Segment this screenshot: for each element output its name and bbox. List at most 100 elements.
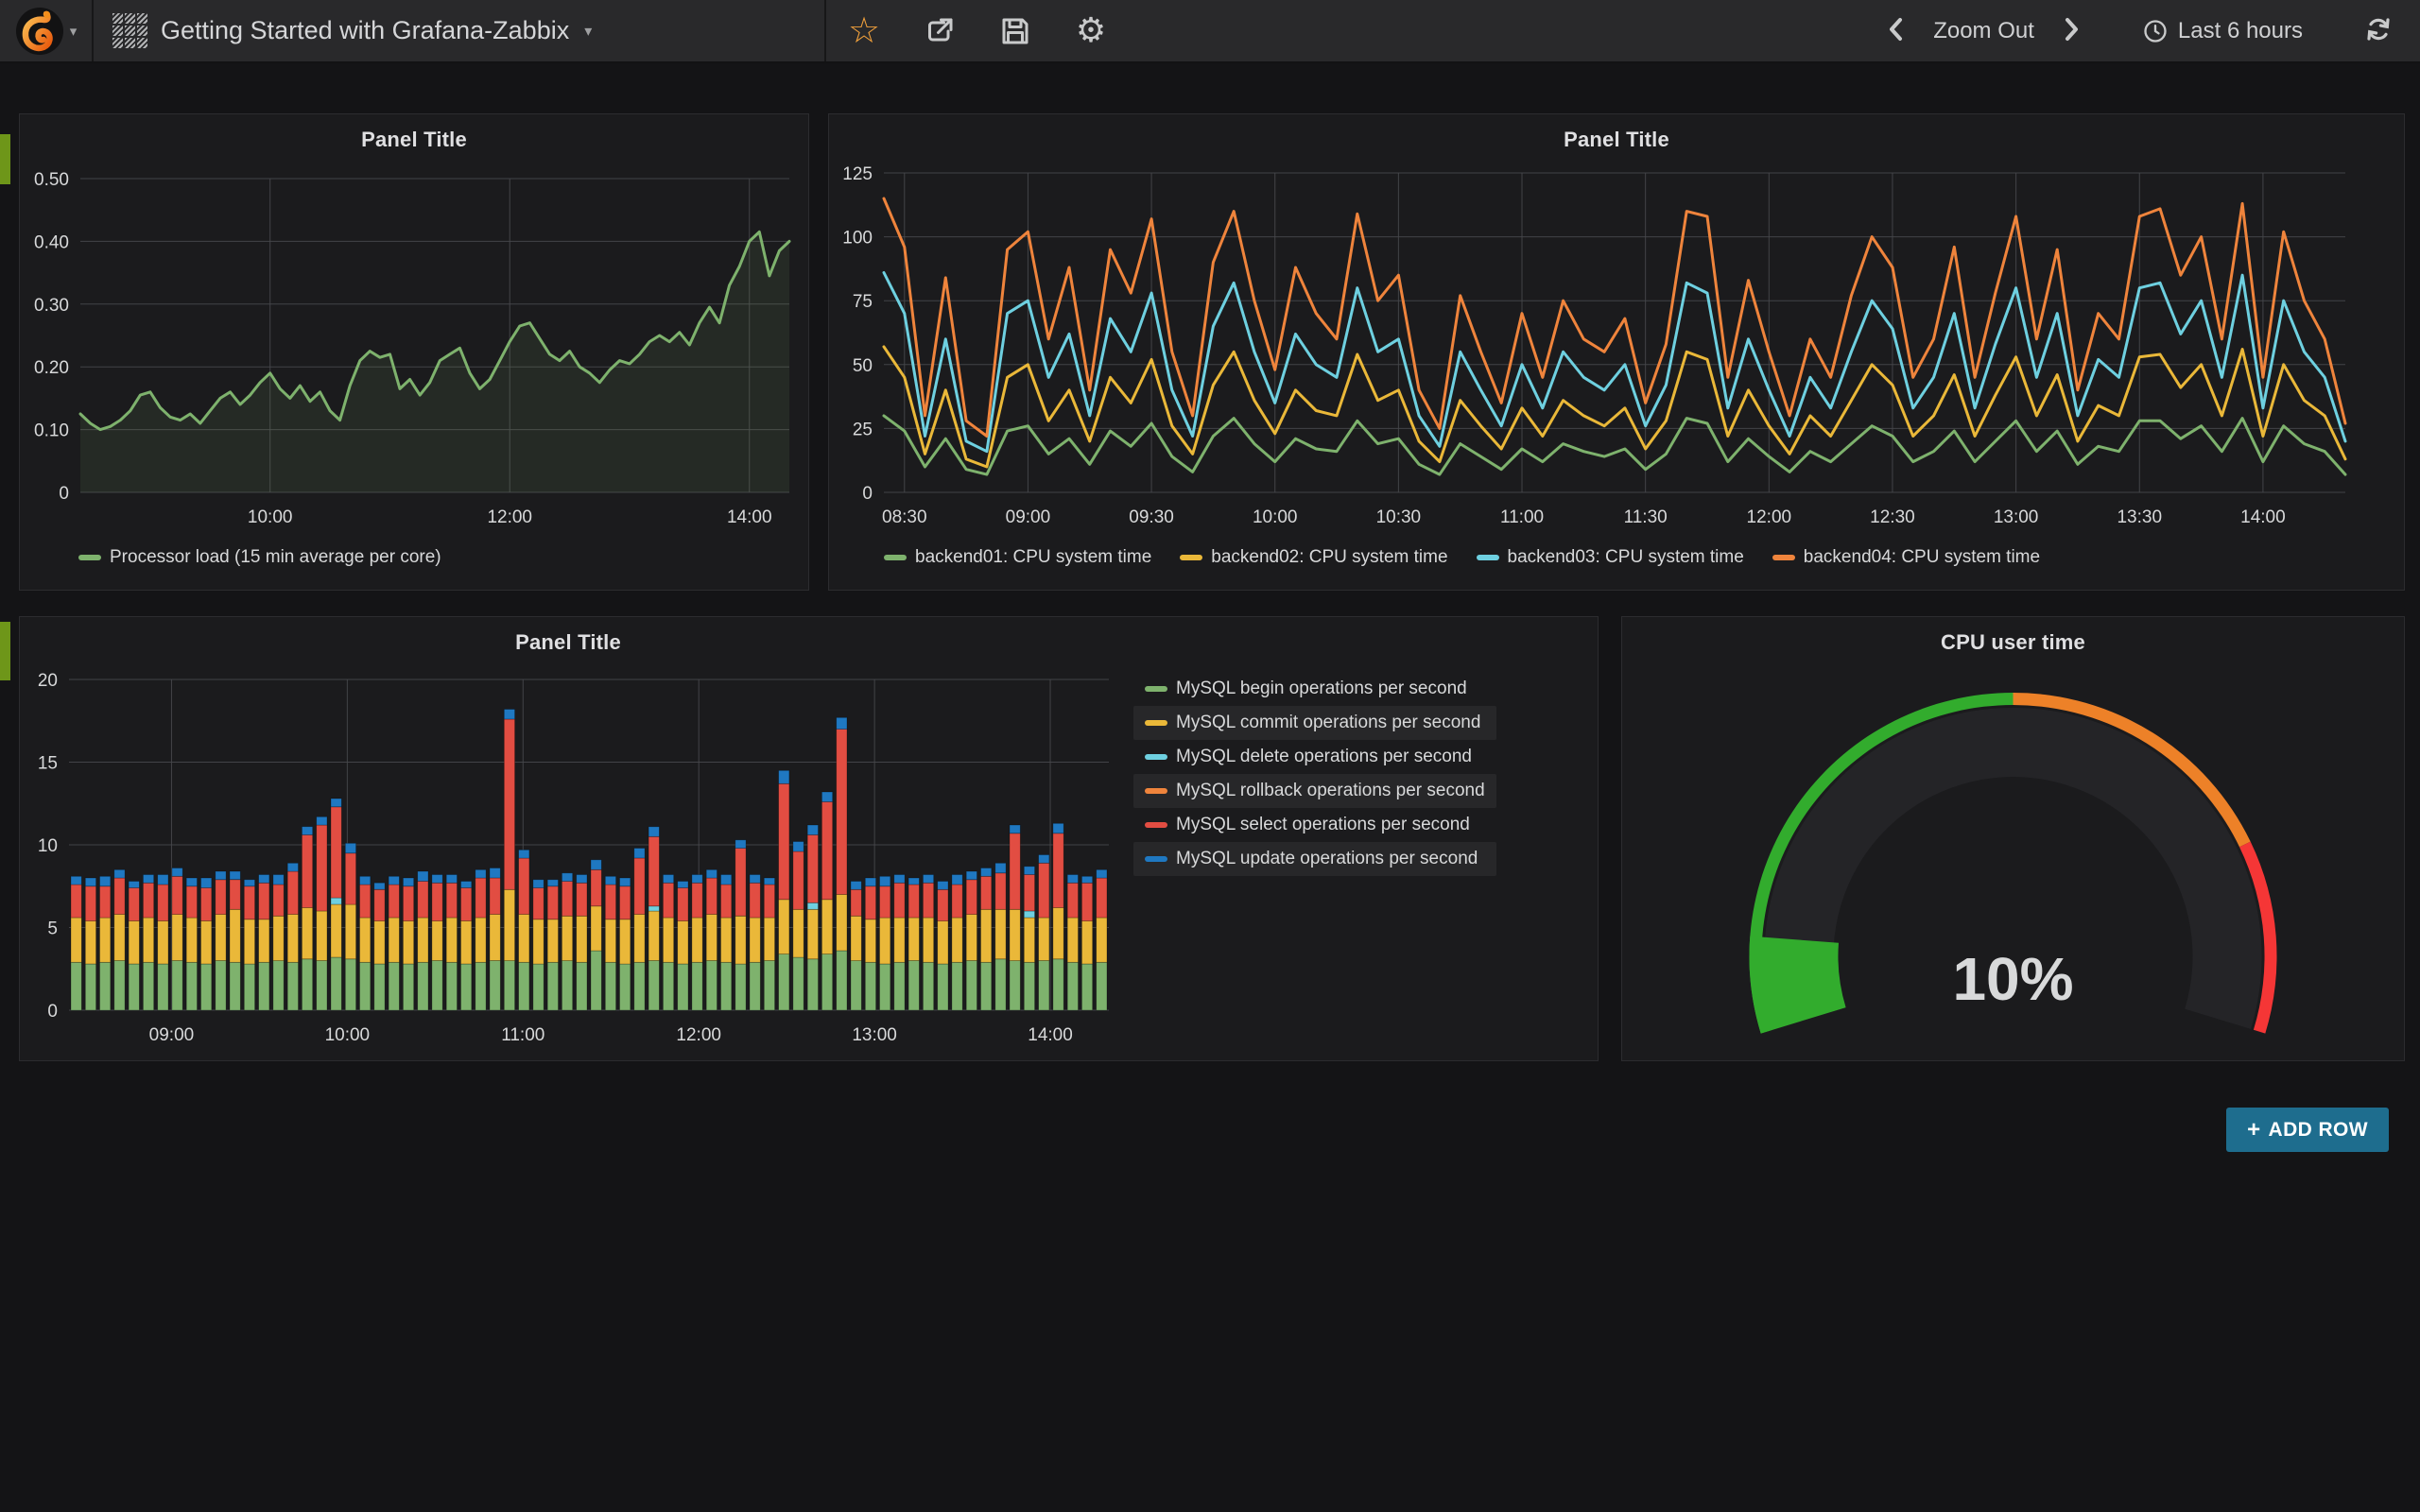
time-range-picker[interactable]: Last 6 hours — [2133, 12, 2312, 50]
svg-text:20: 20 — [38, 671, 58, 691]
legend-item[interactable]: MySQL rollback operations per second — [1133, 774, 1496, 808]
gear-icon: ⚙ — [1076, 14, 1106, 48]
legend-color-dash — [78, 555, 101, 560]
legend-item[interactable]: MySQL begin operations per second — [1133, 672, 1496, 706]
svg-text:0: 0 — [47, 1002, 58, 1022]
legend-label: MySQL update operations per second — [1176, 849, 1478, 869]
share-dashboard-button[interactable] — [902, 0, 977, 61]
legend-color-dash — [1477, 555, 1499, 560]
legend-color-dash — [884, 555, 907, 560]
mysql-operations-chart[interactable]: 0 5 10 15 20 09:00 10:00 11:00 12:00 13:00 14:00 — [20, 666, 1124, 1056]
grafana-logo-menu[interactable]: ▾ — [0, 0, 92, 61]
cpu-system-time-chart[interactable]: 025507510012508:3009:0009:3010:0010:3011… — [829, 163, 2404, 536]
svg-text:09:00: 09:00 — [149, 1025, 195, 1045]
plus-icon: + — [2247, 1117, 2260, 1143]
svg-text:10:30: 10:30 — [1376, 507, 1422, 527]
legend-label: backend02: CPU system time — [1211, 547, 1447, 568]
svg-text:10:00: 10:00 — [248, 507, 293, 527]
svg-text:13:00: 13:00 — [852, 1025, 897, 1045]
legend-label: backend03: CPU system time — [1508, 547, 1744, 568]
panel-mysql-operations: Panel Title 0 5 10 15 20 09:00 10:00 11:00 12:00… — [19, 616, 1599, 1061]
zoom-out-label: Zoom Out — [1933, 18, 2034, 44]
dashboard-picker[interactable]: Getting Started with Grafana-Zabbix ▾ — [94, 0, 824, 61]
svg-text:10%: 10% — [1952, 945, 2073, 1013]
legend-label: MySQL commit operations per second — [1176, 713, 1480, 733]
legend-color-dash — [1145, 720, 1167, 726]
svg-text:14:00: 14:00 — [1028, 1025, 1073, 1045]
svg-text:11:30: 11:30 — [1624, 507, 1668, 527]
svg-text:08:30: 08:30 — [882, 507, 927, 527]
svg-text:11:00: 11:00 — [501, 1025, 544, 1045]
panel-title[interactable]: Panel Title — [20, 128, 808, 152]
timepicker-controls: Zoom Out Last 6 hours — [1878, 10, 2420, 51]
legend-item[interactable]: MySQL delete operations per second — [1133, 740, 1496, 774]
zoom-out-button[interactable]: Zoom Out — [1924, 12, 2044, 50]
legend-item[interactable]: backend01: CPU system time — [884, 547, 1151, 568]
row-toggle-handle[interactable] — [0, 622, 10, 680]
legend-item[interactable]: MySQL commit operations per second — [1133, 706, 1496, 740]
cpu-user-time-gauge[interactable]: 10% — [1622, 617, 2404, 1060]
share-icon — [923, 14, 957, 48]
svg-text:75: 75 — [853, 292, 873, 312]
processor-load-chart[interactable]: 00.100.200.300.400.5010:0012:0014:00 — [20, 163, 808, 536]
svg-text:0: 0 — [59, 484, 69, 504]
save-dashboard-button[interactable] — [977, 0, 1053, 61]
svg-text:14:00: 14:00 — [2240, 507, 2286, 527]
legend-item[interactable]: Processor load (15 min average per core) — [78, 547, 441, 568]
add-row-label: ADD ROW — [2269, 1119, 2368, 1142]
svg-text:14:00: 14:00 — [727, 507, 772, 527]
svg-text:13:00: 13:00 — [1994, 507, 2039, 527]
legend-color-dash — [1145, 788, 1167, 794]
svg-text:0.10: 0.10 — [34, 421, 69, 441]
svg-text:0.50: 0.50 — [34, 170, 69, 190]
top-navbar: ▾ Getting Started with Grafana-Zabbix ▾ … — [0, 0, 2420, 63]
time-range-label: Last 6 hours — [2178, 18, 2303, 44]
legend-label: MySQL select operations per second — [1176, 815, 1470, 835]
legend-item[interactable]: MySQL select operations per second — [1133, 808, 1496, 842]
legend-label: MySQL delete operations per second — [1176, 747, 1472, 767]
panel-processor-load: Panel Title 00.100.200.300.400.5010:0012… — [19, 113, 809, 591]
panel-cpu-system-time: Panel Title 025507510012508:3009:0009:30… — [828, 113, 2405, 591]
legend-color-dash — [1145, 686, 1167, 692]
legend-label: backend04: CPU system time — [1804, 547, 2040, 568]
save-icon — [998, 14, 1032, 48]
star-dashboard-button[interactable]: ☆ — [826, 0, 902, 61]
panel-title[interactable]: Panel Title — [829, 128, 2404, 152]
svg-text:12:30: 12:30 — [1870, 507, 1915, 527]
refresh-icon — [2363, 14, 2394, 44]
grafana-logo-icon — [15, 7, 64, 56]
grafana-dashboard: ▾ Getting Started with Grafana-Zabbix ▾ … — [0, 0, 2420, 1512]
legend-color-dash — [1145, 754, 1167, 760]
refresh-button[interactable] — [2356, 10, 2401, 51]
svg-text:5: 5 — [47, 919, 58, 939]
svg-text:50: 50 — [853, 356, 873, 376]
panel-cpu-user-time: CPU user time 10% — [1621, 616, 2405, 1061]
logo-caret-icon: ▾ — [70, 23, 78, 40]
legend-item[interactable]: backend04: CPU system time — [1772, 547, 2040, 568]
legend-item[interactable]: backend03: CPU system time — [1477, 547, 1744, 568]
legend-color-dash — [1145, 856, 1167, 862]
svg-text:0.30: 0.30 — [34, 296, 69, 316]
panel-title[interactable]: Panel Title — [20, 630, 1116, 655]
chart-legend: backend01: CPU system time backend02: CPU… — [884, 547, 2040, 568]
svg-text:0.20: 0.20 — [34, 358, 69, 378]
svg-text:0.40: 0.40 — [34, 232, 69, 252]
time-shift-forward-button[interactable] — [2053, 11, 2089, 50]
dashboard-settings-button[interactable]: ⚙ — [1053, 0, 1129, 61]
chart-legend: Processor load (15 min average per core) — [78, 547, 441, 568]
svg-text:09:00: 09:00 — [1006, 507, 1051, 527]
legend-item[interactable]: backend02: CPU system time — [1180, 547, 1447, 568]
legend-color-dash — [1772, 555, 1795, 560]
time-shift-back-button[interactable] — [1878, 11, 1914, 50]
svg-text:15: 15 — [38, 754, 58, 774]
row-toggle-handle[interactable] — [0, 134, 10, 184]
legend-label: MySQL rollback operations per second — [1176, 781, 1485, 801]
svg-text:11:00: 11:00 — [1500, 507, 1544, 527]
svg-text:12:00: 12:00 — [676, 1025, 721, 1045]
add-row-button[interactable]: + ADD ROW — [2226, 1108, 2389, 1152]
svg-text:12:00: 12:00 — [1747, 507, 1792, 527]
svg-text:10:00: 10:00 — [325, 1025, 371, 1045]
legend-item[interactable]: MySQL update operations per second — [1133, 842, 1496, 876]
legend-color-dash — [1145, 822, 1167, 828]
svg-text:10: 10 — [38, 836, 58, 856]
